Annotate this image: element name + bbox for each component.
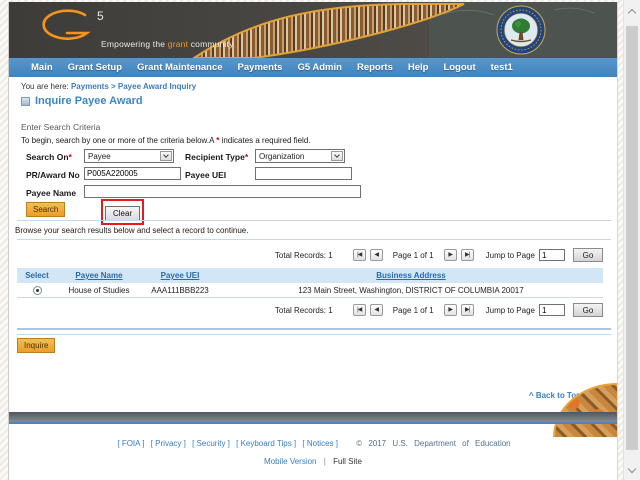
footer-link-keyboard-tips[interactable]: [ Keyboard Tips ] [236, 439, 296, 448]
footer-site-switch: Mobile Version | Full Site [9, 457, 617, 466]
column-header-payee-name[interactable]: Payee Name [57, 271, 141, 280]
pr-award-input[interactable] [84, 167, 181, 180]
inquire-button[interactable]: Inquire [17, 338, 56, 353]
recipient-type-label: Recipient Type* [185, 152, 249, 162]
divider [17, 220, 611, 221]
scroll-up-icon[interactable] [627, 8, 637, 18]
pr-award-label: PR/Award No [26, 170, 80, 180]
next-page-button[interactable]: ▶ [443, 304, 457, 316]
page-indicator: Page 1 of 1 [392, 305, 434, 315]
payee-name-input[interactable] [84, 185, 361, 198]
footer-link-privacy[interactable]: [ Privacy ] [151, 439, 186, 448]
first-page-button[interactable]: |◀ [352, 249, 366, 261]
main-nav: Main Grant Setup Grant Maintenance Payme… [9, 58, 617, 77]
instructions: To begin, search by one or more of the c… [21, 136, 311, 145]
g5-logo-icon [42, 9, 91, 40]
separator: | [323, 457, 326, 466]
nav-item-reports[interactable]: Reports [357, 62, 393, 73]
nav-item-logout[interactable]: Logout [443, 62, 475, 73]
column-header-select: Select [25, 271, 49, 280]
footer-links: [ FOIA ] [ Privacy ] [ Security ] [ Keyb… [9, 439, 617, 448]
go-button[interactable]: Go [573, 248, 603, 262]
table-header-row: Select Payee Name Payee UEI Business Add… [17, 268, 603, 283]
page-container: 5 Empowering the grant community. Main G… [8, 2, 618, 480]
chevron-down-icon[interactable] [160, 151, 172, 161]
page-title: Inquire Payee Award [21, 95, 143, 107]
jump-to-page-label: Jump to Page [485, 305, 535, 315]
section-title: Enter Search Criteria [21, 122, 101, 132]
nav-item-payments[interactable]: Payments [238, 62, 283, 73]
header-banner: 5 Empowering the grant community. [9, 2, 617, 58]
total-records: Total Records: 1 [274, 305, 333, 315]
chevron-down-icon[interactable] [331, 151, 343, 161]
nav-item-grant-setup[interactable]: Grant Setup [68, 62, 122, 73]
mobile-version-link[interactable]: Mobile Version [264, 457, 316, 466]
pagination-top: Total Records: 1 |◀ ◀ Page 1 of 1 ▶ ▶| J… [17, 248, 603, 262]
browse-instructions: Browse your search results below and sel… [15, 226, 249, 235]
divider [17, 239, 611, 240]
clear-button[interactable]: Clear [105, 206, 141, 221]
full-site-label[interactable]: Full Site [333, 457, 362, 466]
department-of-education-seal-icon [496, 5, 546, 55]
nav-item-g5-admin[interactable]: G5 Admin [297, 62, 342, 73]
jump-to-page-input[interactable] [539, 249, 565, 261]
table-row: House of Studies AAA111BBB223 123 Main S… [17, 283, 603, 298]
nav-item-grant-maintenance[interactable]: Grant Maintenance [137, 62, 223, 73]
page-indicator: Page 1 of 1 [392, 250, 434, 260]
search-on-select[interactable]: Payee [84, 149, 174, 163]
divider [17, 334, 611, 335]
recipient-type-select[interactable]: Organization [255, 149, 345, 163]
breadcrumb: You are here: Payments > Payee Award Inq… [21, 82, 197, 91]
search-on-label: Search On* [26, 152, 72, 162]
column-header-business-address[interactable]: Business Address [219, 271, 603, 280]
breadcrumb-path[interactable]: Payments > Payee Award Inquiry [71, 82, 196, 91]
footer-link-notices[interactable]: [ Notices ] [302, 439, 338, 448]
nav-item-main[interactable]: Main [31, 62, 53, 73]
search-button[interactable]: Search [26, 202, 66, 217]
prev-page-button[interactable]: ◀ [369, 304, 383, 316]
cell-business-address: 123 Main Street, Washington, DISTRICT OF… [298, 285, 524, 295]
nav-item-help[interactable]: Help [408, 62, 429, 73]
divider [17, 328, 611, 330]
footer-link-security[interactable]: [ Security ] [192, 439, 230, 448]
last-page-button[interactable]: ▶| [460, 304, 474, 316]
next-page-button[interactable]: ▶ [443, 249, 457, 261]
inquire-payee-award-icon [21, 96, 30, 106]
go-button[interactable]: Go [573, 303, 603, 317]
caret-up-icon: ^ [528, 391, 536, 400]
nav-item-username[interactable]: test1 [491, 62, 513, 73]
cell-payee-name: House of Studies [68, 285, 130, 295]
payee-uei-label: Payee UEI [185, 170, 227, 180]
results-table: Select Payee Name Payee UEI Business Add… [17, 268, 603, 298]
scrollbar-thumb[interactable] [626, 26, 638, 450]
payee-name-label: Payee Name [26, 188, 77, 198]
payee-uei-input[interactable] [255, 167, 352, 180]
footer-banner [9, 412, 617, 424]
first-page-button[interactable]: |◀ [352, 304, 366, 316]
last-page-button[interactable]: ▶| [460, 249, 474, 261]
tagline: Empowering the grant community. [101, 39, 236, 49]
g5-logo-number: 5 [97, 9, 104, 23]
clear-button-highlight: Clear [101, 199, 145, 225]
column-header-payee-uei[interactable]: Payee UEI [141, 271, 219, 280]
footer-link-foia[interactable]: [ FOIA ] [117, 439, 144, 448]
cell-payee-uei: AAA111BBB223 [151, 285, 209, 295]
jump-to-page-label: Jump to Page [485, 250, 535, 260]
jump-to-page-input[interactable] [539, 304, 565, 316]
select-record-radio[interactable] [32, 285, 42, 295]
copyright: © 2017 U.S. Department of Education [356, 439, 511, 448]
total-records: Total Records: 1 [274, 250, 333, 260]
prev-page-button[interactable]: ◀ [369, 249, 383, 261]
vertical-scrollbar[interactable] [623, 0, 640, 480]
scroll-down-icon[interactable] [627, 464, 637, 474]
pagination-bottom: Total Records: 1 |◀ ◀ Page 1 of 1 ▶ ▶| J… [17, 303, 603, 317]
